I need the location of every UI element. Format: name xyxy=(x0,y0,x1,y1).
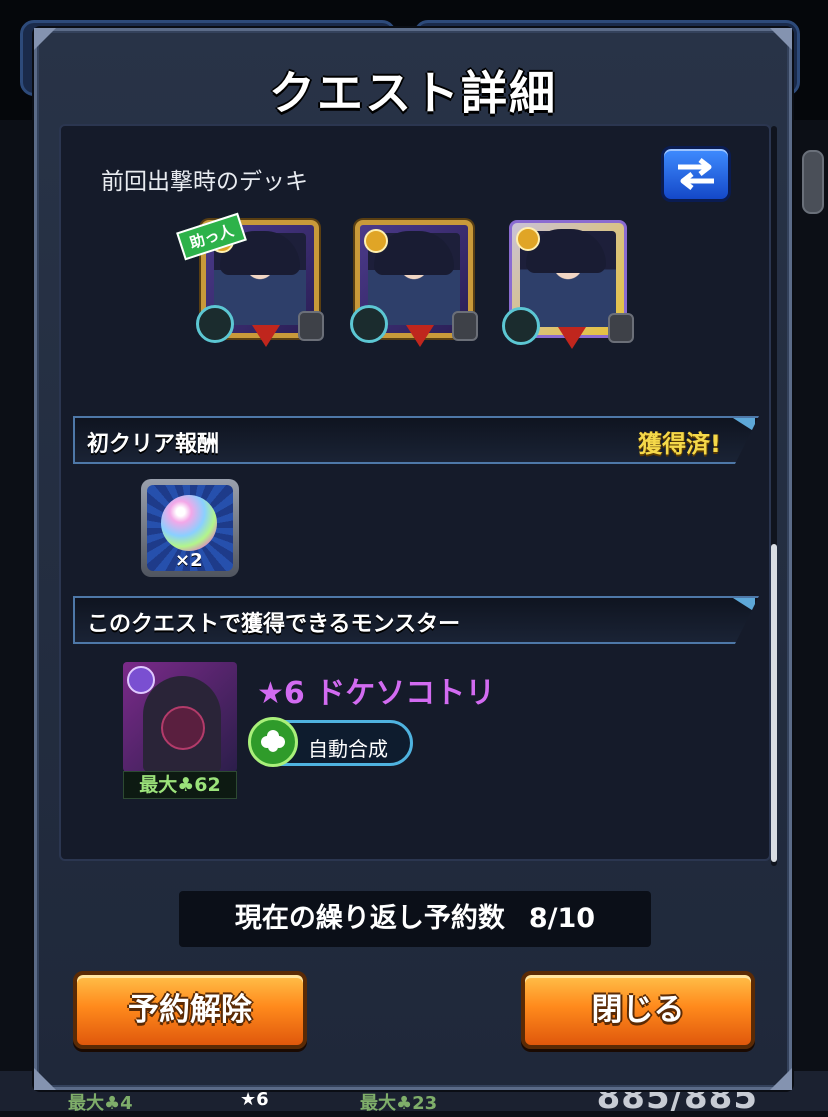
orb-icon xyxy=(161,495,217,551)
swap-arrows-icon xyxy=(678,158,714,190)
background-level-label: 最大♣4 xyxy=(68,1093,133,1114)
max-value: 62 xyxy=(194,774,221,796)
panel-scrollbar-thumb[interactable] xyxy=(771,544,777,862)
repeat-reservation-count: 現在の繰り返し予約数 8/10 xyxy=(179,891,651,947)
lock-icon xyxy=(298,311,324,341)
soul-orb-icon xyxy=(502,307,540,345)
deck-monster-card[interactable] xyxy=(502,220,634,349)
deck-label: 前回出撃時のデッキ xyxy=(101,169,308,195)
deck-monster-card[interactable] xyxy=(350,220,478,347)
obtainable-monster-header: このクエストで獲得できるモンスター xyxy=(73,596,759,644)
obtainable-monster-card[interactable] xyxy=(123,662,237,772)
section-title: 初クリア報酬 xyxy=(87,432,220,457)
red-emblem-icon xyxy=(252,325,280,347)
auto-fuse-label: 自動合成 xyxy=(308,737,388,761)
red-emblem-icon xyxy=(558,327,586,349)
reward-item-orb[interactable]: ×2 xyxy=(141,479,239,577)
repeat-value: 8/10 xyxy=(528,903,596,934)
attribute-icon xyxy=(127,666,155,694)
monster-name: ★6 ドケソコトリ xyxy=(257,676,496,711)
corner-triangle xyxy=(733,598,755,612)
reward-count: ×2 xyxy=(175,550,203,571)
cancel-reservation-button[interactable]: 予約解除 xyxy=(73,971,307,1049)
obtained-status: 獲得済! xyxy=(638,430,721,458)
star-badge-icon xyxy=(516,227,540,251)
dialog-corner xyxy=(34,28,56,50)
section-title: このクエストで獲得できるモンスター xyxy=(87,612,461,637)
monster-face xyxy=(161,706,205,750)
first-clear-reward-header: 初クリア報酬 獲得済! xyxy=(73,416,759,464)
background-level-label: 最大♣23 xyxy=(360,1093,438,1114)
background-rarity-label: ★6 xyxy=(240,1089,269,1110)
quest-detail-panel[interactable]: 前回出撃時のデッキ 助っ人 初クリア報酬 獲得済! ×2 このクエストで獲得でき… xyxy=(59,124,771,861)
repeat-label: 現在の繰り返し予約数 xyxy=(234,903,505,934)
dialog-corner xyxy=(34,1068,56,1090)
dialog-title: クエスト詳細 xyxy=(269,66,557,120)
quest-detail-dialog: クエスト詳細 前回出撃時のデッキ 助っ人 初クリア報酬 獲得済! ×2 このクエ… xyxy=(34,28,792,1090)
auto-fuse-badge: 自動合成 xyxy=(248,717,413,767)
clover-icon xyxy=(248,717,298,767)
clover-icon: ♣ xyxy=(177,774,195,796)
close-button[interactable]: 閉じる xyxy=(521,971,755,1049)
star-badge-icon xyxy=(364,229,388,253)
corner-triangle xyxy=(733,418,755,432)
red-emblem-icon xyxy=(406,325,434,347)
max-label: 最大 xyxy=(139,774,178,796)
swap-deck-button[interactable] xyxy=(661,146,731,202)
reward-item-background: ×2 xyxy=(147,485,233,571)
background-scrollbar-handle[interactable] xyxy=(802,150,824,214)
soul-orb-icon xyxy=(350,305,388,343)
monster-max-level: 最大♣62 xyxy=(123,771,237,799)
soul-orb-icon xyxy=(196,305,234,343)
lock-icon xyxy=(452,311,478,341)
dialog-corner xyxy=(770,1068,792,1090)
dialog-corner xyxy=(770,28,792,50)
lock-icon xyxy=(608,313,634,343)
